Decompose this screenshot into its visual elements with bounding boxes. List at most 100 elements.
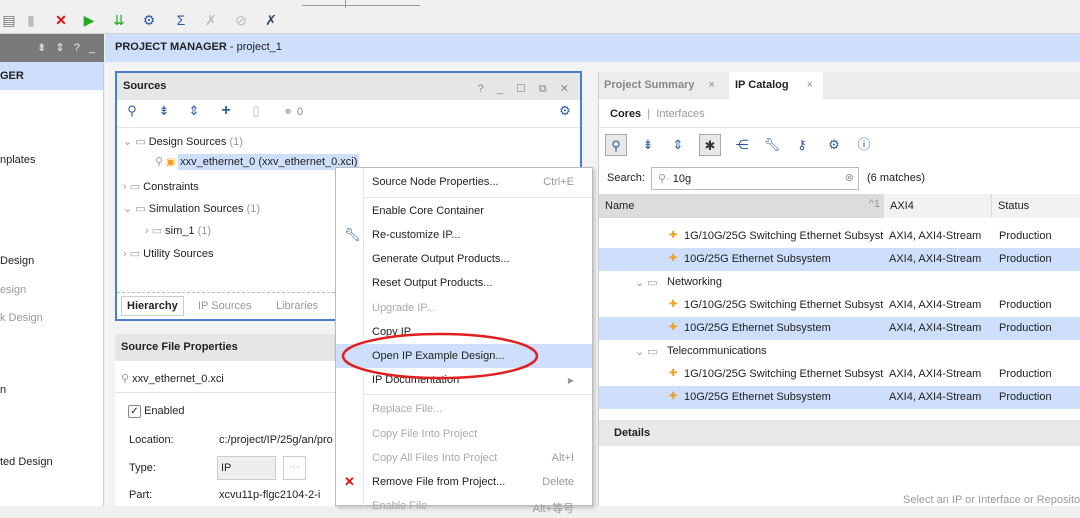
search-input[interactable]: ⚲· 10g ⊗ bbox=[651, 167, 859, 190]
column-axi4[interactable]: AXI4 bbox=[884, 194, 991, 218]
wrench-icon[interactable]: 🔧︎ bbox=[761, 134, 783, 156]
ip-status: Production bbox=[999, 391, 1052, 403]
tree-item[interactable]: › ▭ sim_1 (1) bbox=[145, 224, 211, 237]
page-title: PROJECT MANAGER - project_1 bbox=[105, 34, 1080, 62]
expand-icon[interactable]: ⌄ ▭ bbox=[635, 345, 658, 358]
sigma-icon[interactable]: Σ bbox=[172, 12, 190, 28]
tree-item[interactable]: ⌄ ▭ Simulation Sources (1) bbox=[123, 202, 260, 215]
tab-interfaces[interactable]: Interfaces bbox=[656, 108, 704, 120]
delete-icon[interactable]: ✕ bbox=[52, 12, 70, 29]
separator bbox=[364, 394, 592, 395]
category-row[interactable]: ⌄ ▭ Telecommunications bbox=[599, 340, 1080, 363]
nav-item[interactable]: n bbox=[0, 384, 6, 396]
search-icon[interactable]: ⚲ bbox=[121, 100, 143, 122]
ip-name: 1G/10G/25G Switching Ethernet Subsystem bbox=[684, 230, 884, 242]
ip-axi4: AXI4, AXI4-Stream bbox=[889, 391, 982, 403]
tree-item[interactable]: ⚲ ▣ xxv_ethernet_0 (xxv_ethernet_0.xci) bbox=[155, 154, 360, 170]
status-dot-icon: ● bbox=[284, 103, 292, 118]
panel-title: Source File Properties bbox=[115, 334, 340, 361]
collapse-all-icon[interactable]: ⇟ bbox=[153, 100, 175, 122]
menu-item-replace-file: Replace File... bbox=[372, 403, 443, 415]
menu-item-source-node-properties[interactable]: Source Node Properties... Ctrl+E bbox=[336, 170, 592, 194]
ip-status: Production bbox=[999, 322, 1052, 334]
delete-icon: ✕ bbox=[344, 474, 355, 489]
enabled-checkbox[interactable]: ✓ Enabled bbox=[128, 405, 184, 418]
nav-item[interactable]: ted Design bbox=[0, 456, 53, 468]
nav-item[interactable]: GER bbox=[0, 62, 103, 90]
ip-name: 10G/25G Ethernet Subsystem bbox=[684, 391, 831, 403]
menu-item-copy-file-into-project: Copy File Into Project bbox=[372, 428, 478, 440]
info-icon[interactable]: ⓘ bbox=[853, 134, 875, 156]
catalog-toolbar: ⚲ ⇟ ⇕ ✱ ⋲ 🔧︎ ⚷ ⚙ ⓘ bbox=[605, 134, 1080, 158]
table-row[interactable]: ✚ 1G/10G/25G Switching Ethernet Subsystem… bbox=[599, 363, 1080, 386]
menu-item-enable-core-container[interactable]: Enable Core Container bbox=[336, 199, 592, 223]
ip-icon: ✚ bbox=[669, 391, 678, 402]
run-icon[interactable]: ▶ bbox=[80, 12, 98, 29]
table-row[interactable]: ✚ 10G/25G Ethernet Subsystem AXI4, AXI4-St… bbox=[599, 386, 1080, 409]
title: PROJECT MANAGER bbox=[115, 41, 227, 53]
submenu-arrow-icon: ▶ bbox=[567, 376, 574, 385]
expand-icon[interactable]: ⌄ ▭ bbox=[635, 276, 658, 289]
paste-icon[interactable]: ▮ bbox=[22, 12, 40, 29]
nav-item[interactable]: k Design bbox=[0, 312, 43, 324]
nav-item[interactable]: nplates bbox=[0, 154, 35, 166]
clear-icon[interactable]: ⊗ bbox=[845, 171, 854, 184]
filter-icon[interactable]: ✱ bbox=[699, 134, 721, 156]
menu-item-generate-output-products[interactable]: Generate Output Products... bbox=[336, 247, 592, 271]
ip-status: Production bbox=[999, 368, 1052, 380]
hierarchy-icon[interactable]: ⋲ bbox=[731, 134, 753, 156]
ip-axi4: AXI4, AXI4-Stream bbox=[889, 299, 982, 311]
add-icon[interactable]: + bbox=[215, 100, 237, 122]
header-buttons[interactable]: ⇟ ⇕ ? _ bbox=[37, 41, 98, 54]
tree-item[interactable]: › ▭ Utility Sources bbox=[123, 247, 213, 260]
tab-ip-catalog[interactable]: IP Catalog × bbox=[729, 72, 823, 99]
part-label: Part: bbox=[129, 489, 153, 501]
settings-icon[interactable]: ⚙ bbox=[140, 12, 158, 29]
tab-libraries[interactable]: Libraries bbox=[276, 300, 318, 312]
menu-item-remove-file[interactable]: ✕ Remove File from Project... Delete bbox=[336, 470, 592, 494]
copy-icon[interactable]: ▤ bbox=[0, 12, 18, 29]
category-row[interactable]: ⌄ ▭ Networking bbox=[599, 271, 1080, 294]
panel-title: Sources bbox=[123, 80, 167, 92]
expand-all-icon[interactable]: ⇕ bbox=[667, 134, 689, 156]
cross-icon[interactable]: ✗ bbox=[262, 12, 280, 29]
ip-name: 10G/25G Ethernet Subsystem bbox=[684, 253, 831, 265]
table-row[interactable]: ✚ 1G/10G/25G Switching Ethernet Subsystem… bbox=[599, 225, 1080, 248]
sources-toolbar: ⚲ ⇟ ⇕ + ▯ ● 0 ⚙ bbox=[117, 100, 580, 128]
chip-icon[interactable]: ⚙ bbox=[823, 134, 845, 156]
expand-all-icon[interactable]: ⇕ bbox=[183, 100, 205, 122]
ip-axi4: AXI4, AXI4-Stream bbox=[889, 322, 982, 334]
tab-hierarchy[interactable]: Hierarchy bbox=[121, 296, 184, 316]
gear-icon[interactable]: ⚙ bbox=[554, 100, 576, 122]
key-icon[interactable]: ⚷ bbox=[791, 134, 813, 156]
source-file-properties: Source File Properties ⚲ xxv_ethernet_0.… bbox=[115, 334, 340, 506]
search-icon[interactable]: ⚲ bbox=[605, 134, 627, 156]
column-status[interactable]: Status bbox=[991, 194, 1080, 218]
nav-item[interactable]: Design bbox=[0, 255, 34, 267]
column-name[interactable]: Name ^1 bbox=[599, 194, 884, 218]
separator bbox=[364, 197, 592, 198]
table-row[interactable]: ✚ 1G/10G/25G Switching Ethernet Subsystem… bbox=[599, 294, 1080, 317]
divider bbox=[599, 127, 1080, 128]
panel-window-buttons[interactable]: ? _ ☐ ⧉ ✕ bbox=[478, 82, 574, 96]
menu-item-reset-output-products[interactable]: Reset Output Products... bbox=[336, 271, 592, 295]
details-hint: Select an IP or Interface or Reposito bbox=[903, 494, 1080, 506]
tab-ip-sources[interactable]: IP Sources bbox=[198, 300, 252, 312]
menu-item-recustomize-ip[interactable]: 🔧︎ Re-customize IP... bbox=[336, 223, 592, 247]
tree-item[interactable]: › ▭ Constraints bbox=[123, 180, 199, 193]
file-name: ⚲ xxv_ethernet_0.xci bbox=[121, 373, 224, 385]
flow-navigator-header: ⇟ ⇕ ? _ bbox=[0, 34, 104, 62]
tree-item[interactable]: ⌄ ▭ Design Sources (1) bbox=[123, 135, 243, 148]
tab-project-summary[interactable]: Project Summary × bbox=[604, 79, 715, 91]
browse-button[interactable]: ··· bbox=[283, 456, 306, 480]
details-header: Details bbox=[599, 420, 1080, 446]
table-row[interactable]: ✚ 10G/25G Ethernet Subsystem AXI4, AXI4-St… bbox=[599, 317, 1080, 340]
download-icon[interactable]: ⇊ bbox=[110, 12, 128, 29]
type-label: Type: bbox=[129, 462, 156, 474]
nav-item[interactable]: esign bbox=[0, 284, 26, 296]
tab-cores[interactable]: Cores bbox=[610, 108, 641, 120]
wrench-icon: 🔧︎ bbox=[344, 227, 361, 242]
table-row[interactable]: ✚ 10G/25G Ethernet Subsystem AXI4, AXI4-St… bbox=[599, 248, 1080, 271]
main-toolbar: ▤ ▮ ✕ ▶ ⇊ ⚙ Σ ✗ ⊘ ✗ bbox=[0, 8, 1080, 34]
collapse-all-icon[interactable]: ⇟ bbox=[637, 134, 659, 156]
